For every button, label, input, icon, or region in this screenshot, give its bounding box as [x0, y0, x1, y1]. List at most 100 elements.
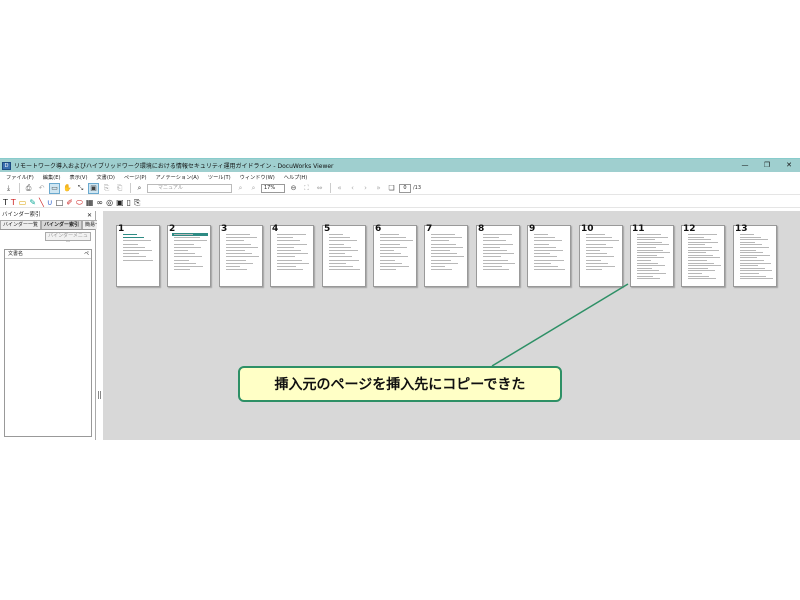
page-text-line	[586, 266, 615, 267]
stamp-icon[interactable]: ▦	[86, 197, 94, 208]
page-text-line	[174, 269, 190, 271]
binder-menu-button[interactable]: バインダーメニュー	[45, 232, 91, 246]
menu-document[interactable]: 文書(D)	[96, 174, 114, 181]
column-document-name[interactable]: 文書名	[8, 250, 23, 258]
zoom-out-icon[interactable]: ⊖	[288, 183, 299, 194]
page-insert-icon[interactable]: ⎗	[114, 183, 125, 194]
page-text-line	[329, 246, 351, 248]
page-text-line	[277, 237, 293, 239]
menu-file[interactable]: ファイル(F)	[6, 174, 34, 181]
page-text-line	[637, 278, 660, 280]
page-text-line	[483, 237, 499, 239]
page-text-line	[688, 249, 719, 251]
prev-page-icon[interactable]: ‹	[347, 183, 358, 194]
page-text-line	[431, 237, 462, 239]
menu-view[interactable]: 表示(V)	[70, 174, 88, 181]
thumbnail-view-icon[interactable]: ▣	[88, 182, 99, 194]
minimize-button[interactable]: —	[734, 159, 756, 172]
pan-hand-icon[interactable]: ✋	[62, 183, 73, 194]
page-thumbnail[interactable]: 7	[424, 224, 468, 287]
page-text-line	[431, 256, 464, 258]
page-number-label: 3	[221, 224, 228, 234]
copy-icon[interactable]: ⎘	[101, 183, 112, 194]
menu-help[interactable]: ヘルプ(H)	[284, 174, 308, 181]
pointer-icon[interactable]: ⤡	[75, 183, 86, 194]
page-thumbnail[interactable]: 6	[373, 224, 417, 287]
page-text-line	[226, 250, 245, 251]
page-thumbnail[interactable]: 8	[476, 224, 520, 287]
page-number-input[interactable]: 0	[399, 183, 411, 193]
document-list[interactable]: 文書名 ペ	[4, 249, 92, 437]
page-view-icon[interactable]: ▭	[49, 182, 60, 194]
page-text-line	[637, 244, 669, 246]
page-thumbnail[interactable]: 11	[630, 224, 674, 287]
toolbar-separator	[130, 183, 131, 193]
page-thumbnail[interactable]: 4	[270, 224, 314, 287]
menu-edit[interactable]: 編集(E)	[43, 174, 61, 181]
tab-binder-list[interactable]: バインダー一覧	[0, 220, 42, 229]
close-button[interactable]: ✕	[778, 159, 800, 172]
page-thumbnail[interactable]: 1	[116, 224, 160, 287]
splitter-grip[interactable]	[98, 391, 101, 399]
page-text-line	[637, 241, 662, 243]
sticky-note-icon[interactable]: ▭	[19, 197, 27, 208]
page-text-line	[277, 259, 302, 261]
link-icon[interactable]: ∞	[96, 197, 103, 208]
page-number-annotation-icon[interactable]: ▯	[127, 197, 131, 208]
first-page-icon[interactable]: «	[334, 183, 345, 194]
page-text-line	[688, 247, 712, 248]
undo-icon[interactable]: ↶	[36, 183, 47, 194]
page-total: /13	[413, 185, 422, 191]
page-thumbnail[interactable]: 13	[733, 224, 777, 287]
page-text-line	[483, 234, 512, 235]
page-thumbnail[interactable]: 2	[167, 224, 211, 287]
pen-icon[interactable]: ✐	[66, 197, 73, 208]
page-thumbnail[interactable]: 5	[322, 224, 366, 287]
page-text-line	[226, 237, 257, 239]
text-annotation-icon[interactable]: T	[3, 197, 8, 208]
print-icon[interactable]: ⎙	[23, 183, 34, 194]
last-page-icon[interactable]: »	[373, 183, 384, 194]
freehand-icon[interactable]: ∪	[47, 197, 53, 208]
zoom-select[interactable]: 17%	[261, 183, 285, 193]
marker-icon[interactable]: ✎	[29, 197, 36, 208]
maximize-button[interactable]: ❐	[756, 159, 778, 172]
page-thumbnail[interactable]: 12	[681, 224, 725, 287]
page-text-line	[688, 254, 713, 256]
page-text-line	[226, 262, 253, 264]
menu-annotation[interactable]: アノテーション(A)	[156, 174, 199, 181]
fit-width-icon[interactable]: ⇔	[314, 183, 325, 194]
menu-tools[interactable]: ツール(T)	[208, 174, 231, 181]
image-icon[interactable]: ▣	[116, 197, 124, 208]
callout-text: 挿入元のページを挿入先にコピーできた	[274, 377, 526, 393]
search-input[interactable]: マニュアル	[147, 183, 232, 193]
date-stamp-icon[interactable]: ◎	[106, 197, 113, 208]
page-text-line	[688, 265, 721, 267]
search-next-icon[interactable]: ⌕	[248, 183, 259, 194]
ellipse-icon[interactable]: ⬭	[76, 197, 83, 208]
column-page[interactable]: ペ	[84, 250, 89, 258]
line-icon[interactable]: ╲	[39, 197, 44, 208]
page-text-line	[534, 250, 563, 251]
page-number-label: 1	[118, 224, 125, 234]
page-text-line	[431, 246, 463, 248]
search-icon[interactable]: ⌕	[134, 183, 145, 194]
menu-window[interactable]: ウィンドウ(W)	[240, 174, 275, 181]
thumbnail-workspace[interactable]: 1 2 3 4 5 6 7 8 9 10 11 12 13	[103, 211, 800, 440]
save-icon[interactable]: ⤓	[3, 183, 14, 194]
pane-close-icon[interactable]: ✕	[87, 211, 92, 220]
page-thumbnail[interactable]: 10	[579, 224, 623, 287]
page-text-line	[740, 252, 763, 254]
page-text-line	[226, 259, 246, 261]
tab-binder-index[interactable]: バインダー索引	[41, 220, 83, 229]
page-thumbnail[interactable]: 9	[527, 224, 571, 287]
page-list-icon[interactable]: ❏	[386, 183, 397, 194]
attach-icon[interactable]: ⎘	[134, 197, 140, 208]
menu-page[interactable]: ページ(P)	[124, 174, 147, 181]
next-page-icon[interactable]: ›	[360, 183, 371, 194]
red-text-annotation-icon[interactable]: T	[11, 197, 16, 208]
rectangle-icon[interactable]: □	[56, 197, 64, 208]
fit-page-icon[interactable]: ⛶	[301, 183, 312, 194]
page-thumbnail[interactable]: 3	[219, 224, 263, 287]
search-prev-icon[interactable]: ⌕	[235, 183, 246, 194]
